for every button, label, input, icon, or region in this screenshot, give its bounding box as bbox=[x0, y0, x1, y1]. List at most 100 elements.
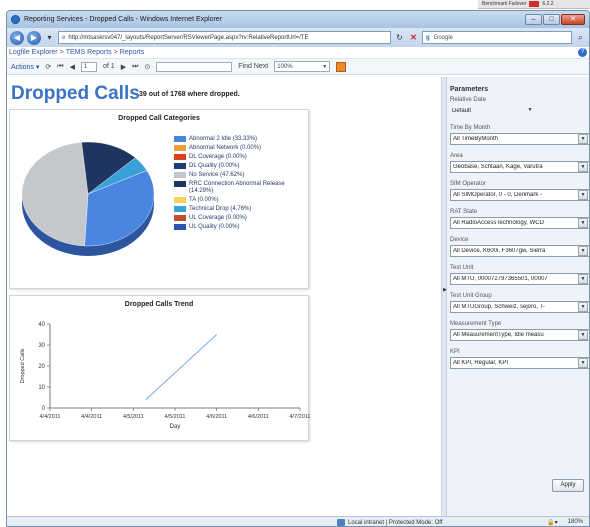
legend-swatch bbox=[174, 136, 186, 142]
parameter-group: Device All Device, K600i, F3607gw, Sierra… bbox=[450, 237, 589, 257]
prev-page-button[interactable]: ◀ bbox=[70, 63, 75, 71]
parameter-label: SIM Operator bbox=[450, 181, 487, 187]
stop-icon[interactable]: ✕ bbox=[408, 32, 419, 43]
parameter-select[interactable]: All KPI, Regular, KPI ▼ bbox=[450, 357, 589, 369]
apply-button[interactable]: Apply bbox=[552, 479, 584, 492]
parameters-header: Parameters bbox=[450, 86, 489, 93]
export-icon[interactable] bbox=[336, 61, 347, 72]
legend-swatch bbox=[174, 215, 186, 221]
search-icon[interactable]: ⌕ bbox=[575, 32, 586, 43]
parameter-select[interactable]: All RadioAccessTechnology, WCD ▼ bbox=[450, 217, 589, 229]
page-number-input[interactable]: 1 bbox=[81, 61, 97, 72]
panel-splitter[interactable]: ▶ bbox=[442, 77, 447, 516]
history-dropdown-icon[interactable]: ▾ bbox=[44, 32, 55, 43]
dropdown-arrow-icon[interactable]: ▼ bbox=[578, 274, 588, 284]
legend-swatch bbox=[174, 163, 186, 169]
zoom-select[interactable]: 100% bbox=[274, 61, 331, 72]
parameter-value: All Device, K600i, F3607gw, Sierra bbox=[453, 248, 546, 254]
report-area: Dropped Calls 39 out of 1768 where dropp… bbox=[7, 77, 441, 516]
tray-version: 6.2.2 bbox=[542, 1, 554, 7]
dropdown-arrow-icon[interactable]: ▼ bbox=[578, 330, 588, 340]
parameter-group: RAT State All RadioAccessTechnology, WCD ▼ bbox=[450, 209, 589, 229]
parameter-value: All MeasurementType, Idle measu bbox=[453, 332, 544, 338]
browser-window: Reporting Services - Dropped Calls - Win… bbox=[6, 10, 590, 527]
report-subtitle: 39 out of 1768 where dropped. bbox=[139, 91, 240, 98]
parameter-select[interactable]: All MTUGroup, Schweiz, sejoro, T- ▼ bbox=[450, 301, 589, 313]
x-tick-label: 4/5/2011 bbox=[164, 414, 185, 420]
dropdown-arrow-icon[interactable]: ▼ bbox=[578, 302, 588, 312]
parameter-select[interactable]: Geobase, Schtaan, Käge, Varutra ▼ bbox=[450, 161, 589, 173]
parameter-label: Area bbox=[450, 153, 463, 159]
forward-button[interactable]: ▶ bbox=[27, 30, 41, 45]
parameter-label: Test Unit Group bbox=[450, 293, 492, 299]
security-zone[interactable]: Local intranet | Protected Mode: Off bbox=[337, 519, 443, 526]
legend-swatch bbox=[174, 206, 186, 212]
y-axis-label: Dropped Calls bbox=[20, 348, 26, 383]
back-to-parent-icon[interactable]: ⊙ bbox=[144, 63, 150, 71]
refresh-report-icon[interactable]: ⟳ bbox=[45, 63, 51, 71]
back-button[interactable]: ◀ bbox=[10, 30, 24, 45]
find-next-button[interactable]: Find Next bbox=[238, 63, 268, 70]
collapse-arrow-icon[interactable]: ▶ bbox=[443, 287, 447, 293]
refresh-icon[interactable]: ↻ bbox=[394, 32, 405, 43]
flag-icon bbox=[529, 1, 540, 7]
breadcrumb-separator: > bbox=[113, 49, 118, 56]
legend-label: Abnormal 2 Idle (33.33%) bbox=[189, 136, 258, 142]
help-icon[interactable]: ? bbox=[578, 48, 587, 57]
search-field[interactable]: g Google bbox=[422, 31, 572, 44]
parameter-select[interactable]: All SIMOperator, 0 - 0, Denmark - ▼ bbox=[450, 189, 589, 201]
legend-label: DL Quality (0.00%) bbox=[189, 163, 240, 169]
zoom-level[interactable]: 180% bbox=[568, 519, 583, 526]
breadcrumb-logfile-explorer[interactable]: Logfile Explorer bbox=[9, 49, 58, 56]
system-tray-snippet: Benchmark Failover 6.2.2 bbox=[478, 0, 590, 9]
page-content: Logfile Explorer > TEMS Reports > Report… bbox=[7, 47, 589, 516]
parameter-value: All SIMOperator, 0 - 0, Denmark - bbox=[453, 192, 543, 198]
dropdown-arrow-icon[interactable]: ▼ bbox=[578, 218, 588, 228]
ie-icon bbox=[11, 15, 20, 24]
dropdown-arrow-icon[interactable]: ▼ bbox=[578, 134, 588, 144]
dropdown-arrow-icon[interactable]: ▼ bbox=[578, 162, 588, 172]
status-bar: Local intranet | Protected Mode: Off 🔒▾ … bbox=[7, 516, 589, 526]
trend-line[interactable] bbox=[145, 334, 218, 400]
next-page-button[interactable]: ▶ bbox=[121, 63, 126, 71]
parameters-list: Relative Date Default ▼ Time By Month All Ti… bbox=[450, 97, 589, 369]
parameter-group: Measurement Type All MeasurementType, Idl… bbox=[450, 321, 589, 341]
legend-swatch bbox=[174, 172, 186, 178]
parameter-group: SIM Operator All SIMOperator, 0 - 0, Denm… bbox=[450, 181, 589, 201]
last-page-button[interactable]: ⏭ bbox=[132, 63, 138, 71]
parameter-select[interactable]: All MTU, 000072797365501, 00007 ▼ bbox=[450, 273, 589, 285]
breadcrumb-tems-reports[interactable]: TEMS Reports bbox=[66, 49, 112, 56]
parameter-select[interactable]: All TimeByMonth ▼ bbox=[450, 133, 589, 145]
parameter-select[interactable]: Default ▼ bbox=[450, 105, 536, 117]
legend-label: TA (0.00%) bbox=[189, 197, 219, 203]
dropdown-arrow-icon[interactable]: ▼ bbox=[525, 106, 535, 116]
legend-label: Abnormal Network (0.00%) bbox=[189, 145, 262, 151]
breadcrumb-reports[interactable]: Reports bbox=[120, 49, 145, 56]
dropdown-arrow-icon[interactable]: ▼ bbox=[578, 358, 588, 368]
minimize-button[interactable]: – bbox=[525, 14, 542, 25]
close-button[interactable]: ✕ bbox=[561, 14, 585, 25]
legend-swatch bbox=[174, 224, 186, 230]
x-tick-label: 4/5/2011 bbox=[123, 414, 144, 420]
parameter-label: RAT State bbox=[450, 209, 478, 215]
line-chart-title: Dropped Calls Trend bbox=[124, 301, 194, 308]
zone-text: Local intranet | Protected Mode: Off bbox=[348, 519, 443, 526]
y-tick-label: 30 bbox=[38, 343, 45, 349]
parameter-select[interactable]: All Device, K600i, F3607gw, Sierra ▼ bbox=[450, 245, 589, 257]
parameter-select[interactable]: All MeasurementType, Idle measu ▼ bbox=[450, 329, 589, 341]
parameter-group: Relative Date Default ▼ bbox=[450, 97, 589, 117]
find-input[interactable] bbox=[156, 61, 233, 72]
first-page-button[interactable]: ⏮ bbox=[57, 63, 63, 71]
protected-mode-icon[interactable]: 🔒▾ bbox=[547, 519, 557, 526]
legend-item: RRC Connection Abnormal Release (14.29%) bbox=[174, 181, 308, 195]
dropdown-arrow-icon[interactable]: ▼ bbox=[578, 190, 588, 200]
parameter-label: KPI bbox=[450, 349, 460, 355]
dropdown-arrow-icon[interactable]: ▼ bbox=[578, 246, 588, 256]
y-tick-label: 20 bbox=[38, 364, 45, 370]
report-toolbar: Actions ▾ ⟳ ⏮ ◀ 1 of 1 ▶ ⏭ ⊙ Find Next 1… bbox=[7, 59, 589, 75]
url-field[interactable]: e http://mtsaskrsv047/_layouts/ReportSer… bbox=[58, 31, 391, 44]
actions-menu[interactable]: Actions ▾ bbox=[11, 63, 39, 71]
maximize-button[interactable]: □ bbox=[543, 14, 560, 25]
tray-label: Benchmark Failover bbox=[482, 1, 527, 7]
window-controls: – □ ✕ bbox=[525, 14, 585, 25]
